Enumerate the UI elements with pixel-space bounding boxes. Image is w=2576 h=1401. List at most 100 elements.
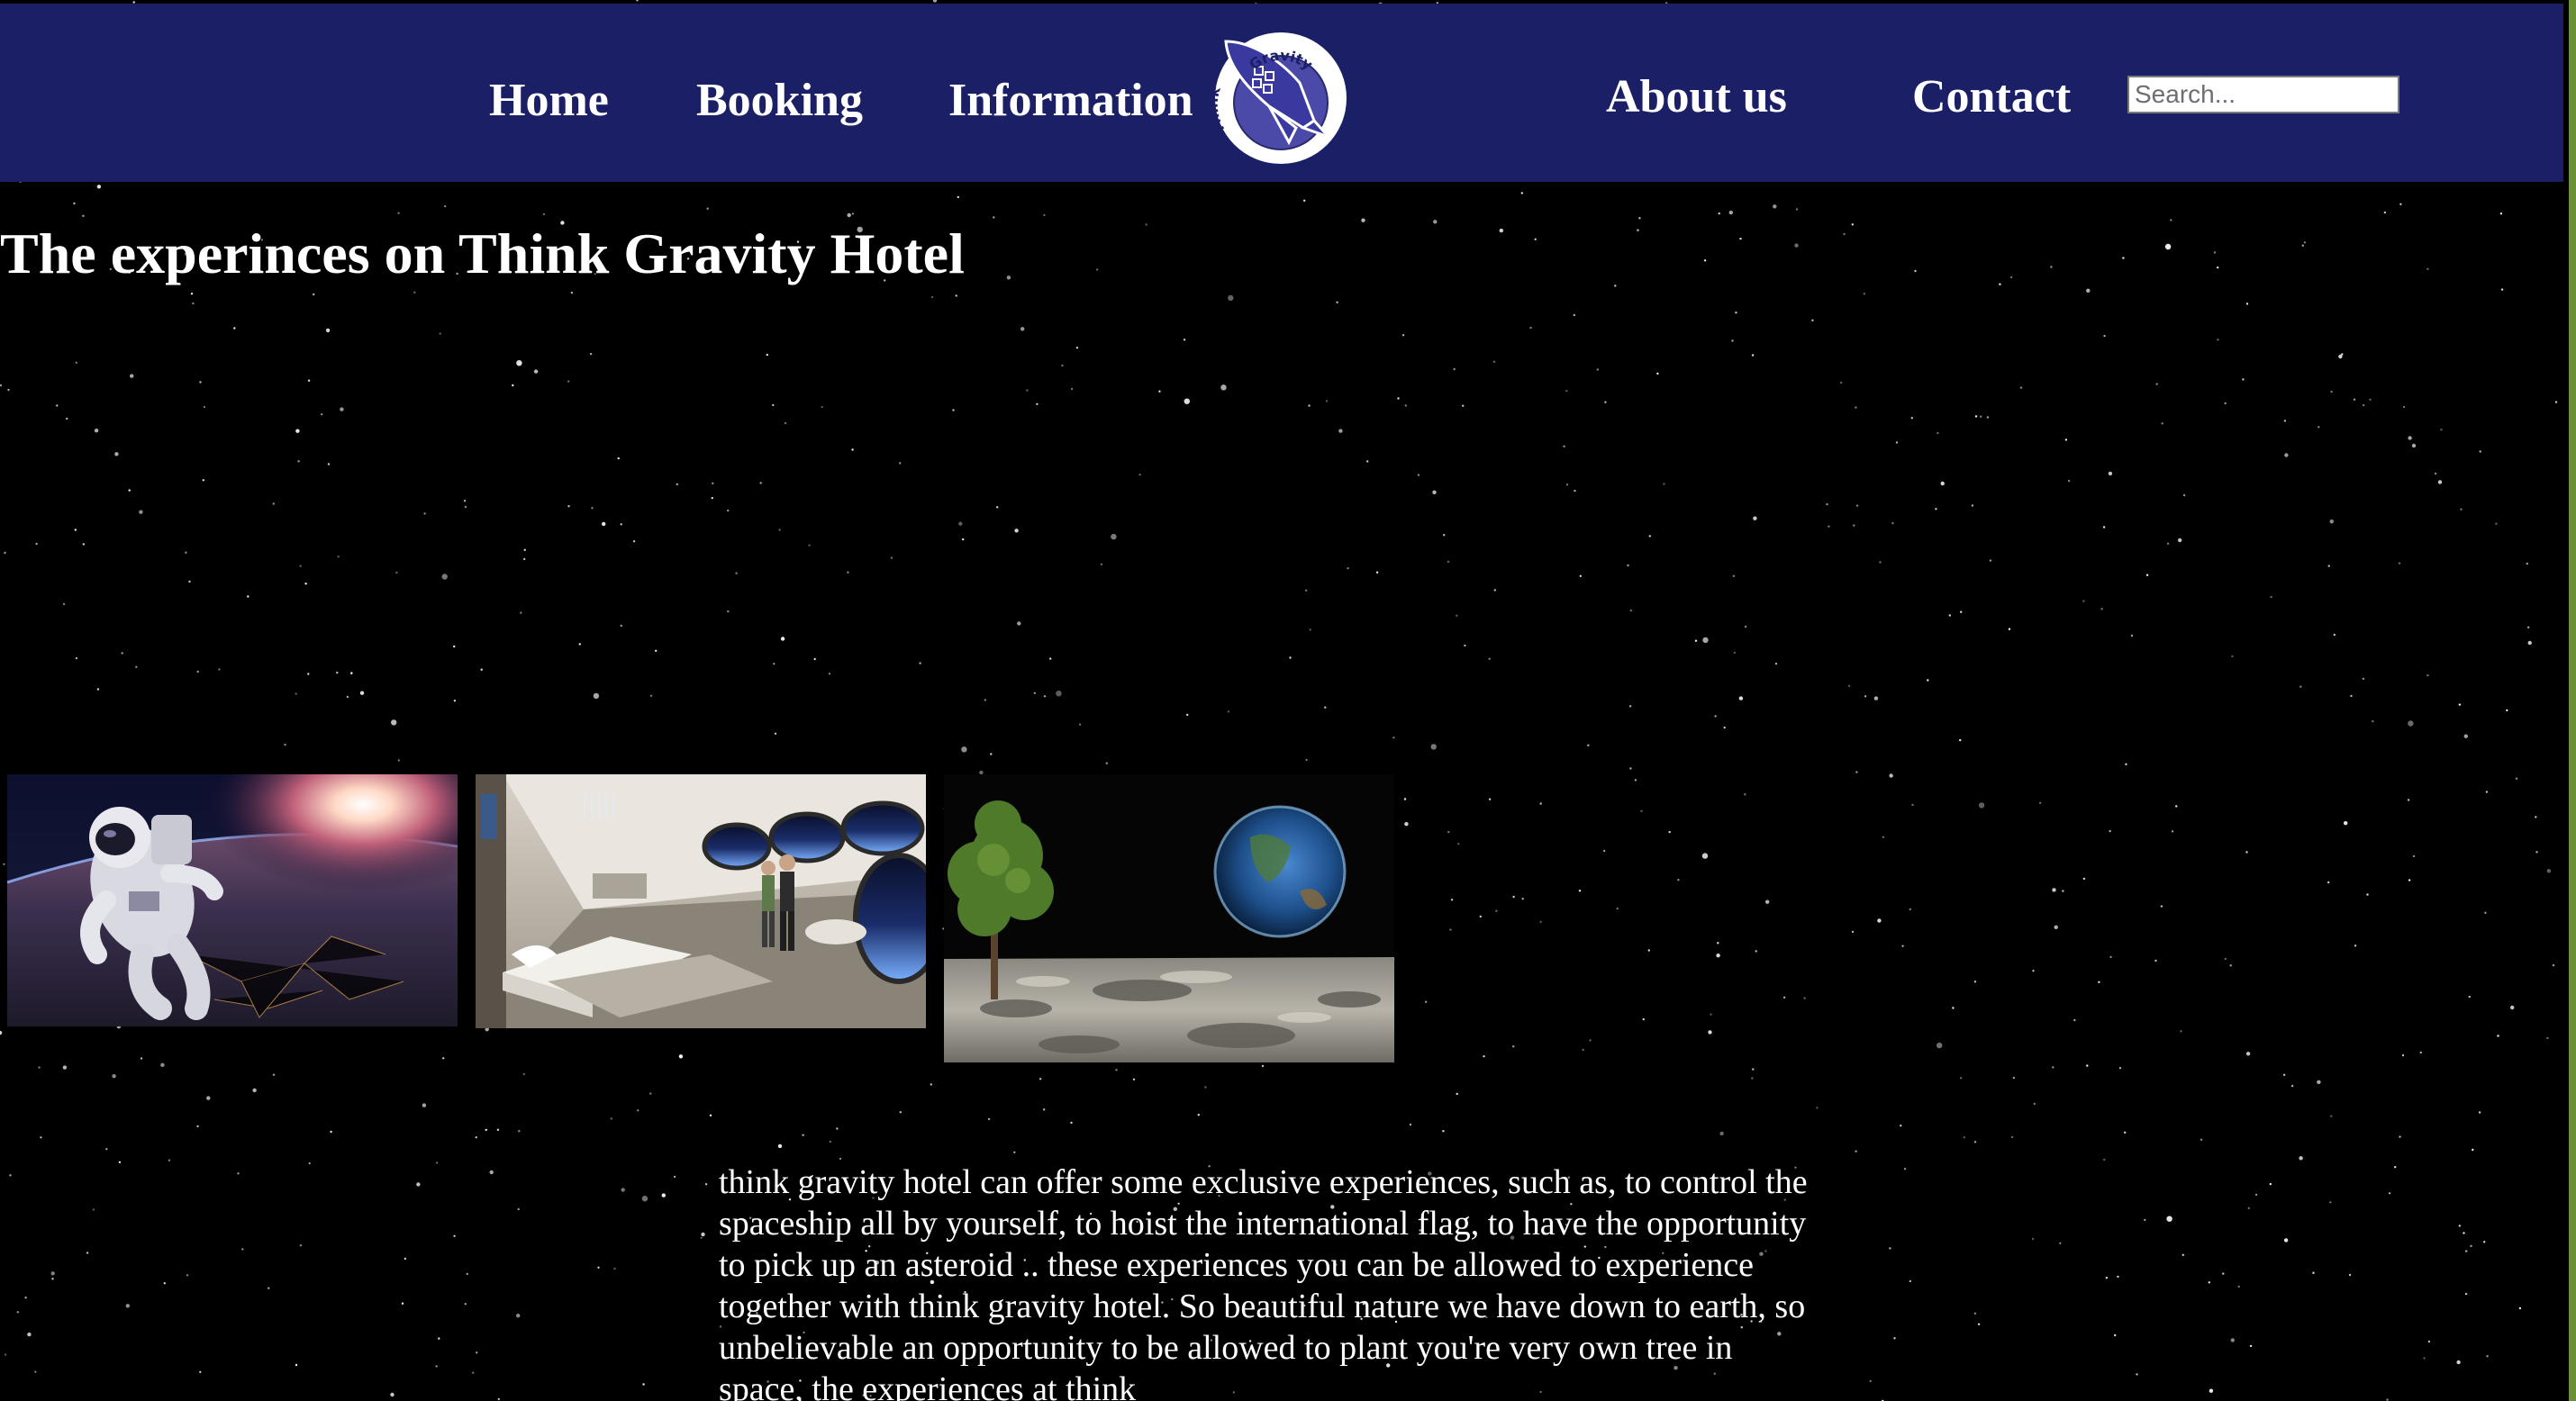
star [1959, 738, 1962, 742]
star [1702, 637, 1709, 644]
star [655, 649, 658, 652]
star [2456, 1360, 2461, 1365]
star [839, 1157, 842, 1161]
star [395, 571, 398, 574]
nav-about-us-link[interactable]: About us [1606, 70, 1787, 124]
star [1751, 1077, 1754, 1080]
star [642, 1383, 645, 1386]
star [2180, 1030, 2182, 1033]
star [962, 538, 965, 541]
star [295, 429, 300, 433]
star [1017, 621, 1021, 626]
star [489, 1170, 494, 1175]
star [1289, 656, 1292, 659]
star [1642, 1017, 1645, 1021]
star [62, 1065, 68, 1070]
star [160, 1062, 165, 1068]
star [709, 1114, 712, 1117]
star [1336, 301, 1338, 303]
star [777, 1143, 783, 1149]
star [1733, 651, 1737, 655]
star [2408, 879, 2411, 881]
star [1324, 706, 1327, 709]
star [620, 523, 622, 526]
star [2009, 276, 2013, 279]
star [1986, 416, 1990, 419]
star [325, 328, 331, 333]
star [2098, 981, 2100, 984]
star [2426, 673, 2429, 677]
star [1006, 276, 1011, 280]
star [2217, 339, 2219, 341]
star [1061, 364, 1064, 367]
star [2245, 1052, 2251, 1056]
star [3, 863, 5, 865]
star [2224, 957, 2227, 961]
star [2527, 626, 2530, 628]
star [1433, 220, 1438, 224]
star [1425, 1000, 1428, 1003]
star [2535, 851, 2538, 854]
star [2166, 1216, 2172, 1222]
star [192, 302, 195, 305]
star [2411, 443, 2417, 448]
star [1999, 283, 2001, 285]
window-edge [2569, 0, 2576, 1401]
star [2160, 905, 2163, 908]
star [327, 463, 331, 465]
nav-information-link[interactable]: Information [948, 74, 1193, 128]
star [1014, 529, 1019, 533]
star [2303, 241, 2307, 244]
star [1158, 390, 1161, 393]
star [2229, 964, 2232, 967]
star [2164, 243, 2172, 250]
star [2125, 763, 2127, 765]
star [1228, 294, 1234, 302]
star [2434, 472, 2437, 475]
search-input[interactable] [2127, 76, 2399, 113]
star [518, 1130, 521, 1133]
star [105, 1148, 108, 1151]
star [40, 1136, 42, 1139]
star [512, 384, 514, 387]
star [346, 695, 349, 699]
star [75, 656, 78, 660]
star [1095, 268, 1099, 271]
star [649, 1092, 652, 1095]
think-gravity-logo[interactable]: Gravity Think [1204, 31, 1348, 166]
star [2145, 574, 2149, 576]
star [1401, 334, 1405, 337]
star [1036, 402, 1039, 405]
star [1869, 1379, 1872, 1383]
star [2463, 734, 2468, 738]
nav-contact-link[interactable]: Contact [1912, 70, 2071, 124]
star [397, 212, 400, 214]
star [1719, 1131, 1724, 1136]
star [2033, 1102, 2036, 1106]
star [2299, 685, 2302, 688]
star [1851, 223, 1854, 226]
star [92, 1208, 95, 1211]
star [1417, 474, 1420, 476]
star [1731, 339, 1734, 342]
star [304, 583, 307, 585]
star [955, 294, 957, 297]
star [1375, 571, 1379, 574]
star [1638, 217, 1641, 220]
star [567, 380, 570, 383]
star [2472, 1148, 2474, 1152]
star [62, 602, 66, 606]
nav-booking-link[interactable]: Booking [696, 74, 863, 128]
nav-home-link[interactable]: Home [489, 74, 609, 128]
star [2100, 608, 2103, 610]
star [678, 1054, 684, 1059]
star [1227, 710, 1230, 713]
star [1573, 313, 1576, 317]
star [2052, 888, 2056, 892]
star [517, 1207, 520, 1211]
star [233, 327, 236, 330]
star [2497, 1035, 2499, 1037]
star [2495, 522, 2498, 525]
star [1479, 915, 1483, 918]
star [485, 1128, 487, 1132]
